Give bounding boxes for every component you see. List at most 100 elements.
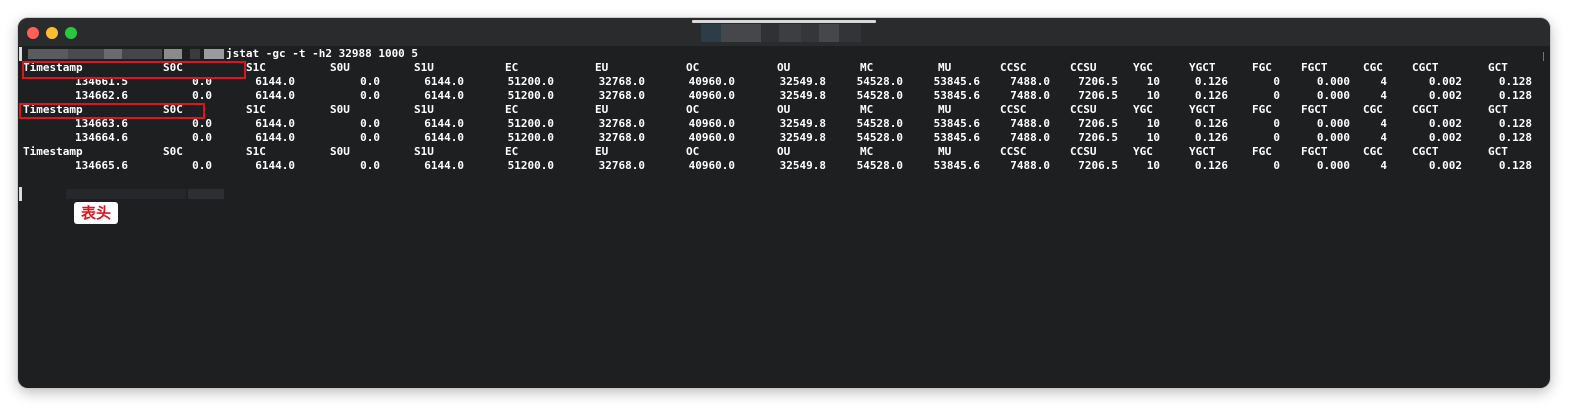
value-cell: 32768.0	[598, 89, 645, 102]
value-cell: 51200.0	[507, 159, 554, 172]
value-cell: 40960.0	[688, 89, 735, 102]
header-row: Timestamp S0C S1C S0U S1U EC EU OC OU MC MU CCSC CCS…	[18, 103, 1550, 117]
value-cell: 51200.0	[507, 131, 554, 144]
header-cell: S1C	[246, 145, 266, 158]
value-cell: 0.000	[1316, 159, 1350, 172]
value-cell: 10	[1146, 117, 1160, 130]
value-cell: 0	[1273, 117, 1280, 130]
value-cell: 7488.0	[1010, 159, 1050, 172]
value-cell: 6144.0	[424, 159, 464, 172]
value-cell: 7488.0	[1010, 117, 1050, 130]
header-cell: OC	[686, 145, 700, 158]
header-cell: EC	[505, 103, 519, 116]
header-cell: CGCT	[1412, 103, 1439, 116]
value-cell: 0	[1273, 159, 1280, 172]
header-cell: FGC	[1252, 103, 1272, 116]
header-cell: EU	[595, 145, 609, 158]
header-cell: OU	[777, 145, 791, 158]
header-row: Timestamp S0C S1C S0U S1U EC EU OC OU MC MU CCSC CCS…	[18, 61, 1550, 75]
value-cell: 6144.0	[255, 89, 295, 102]
value-cell: 53845.6	[933, 159, 980, 172]
value-cell: 134663.6	[75, 117, 128, 130]
value-cell: 40960.0	[688, 117, 735, 130]
value-cell: 54528.0	[856, 75, 903, 88]
terminal-output[interactable]: jstat -gc -t -h2 32988 1000 5 Timestamp S…	[18, 46, 1550, 388]
header-cell: GCT	[1488, 145, 1508, 158]
header-cell: S0C	[163, 145, 183, 158]
title-bar	[18, 18, 1550, 46]
highlight-box-first-header	[22, 61, 246, 79]
header-cell: CGCT	[1412, 61, 1439, 74]
value-cell: 0.0	[360, 159, 380, 172]
header-cell: Timestamp	[23, 145, 83, 158]
scroll-indicator[interactable]	[1543, 52, 1544, 61]
highlight-box-second-header	[19, 103, 205, 119]
value-cell: 0	[1273, 75, 1280, 88]
header-cell: S0U	[330, 103, 350, 116]
header-cell: CCSC	[1000, 103, 1027, 116]
value-cell: 0.0	[192, 117, 212, 130]
value-cell: 0.0	[360, 75, 380, 88]
close-button[interactable]	[27, 27, 39, 39]
window-title-redacted	[701, 24, 861, 42]
header-cell: EU	[595, 103, 609, 116]
value-cell: 7488.0	[1010, 75, 1050, 88]
value-cell: 32549.8	[779, 131, 826, 144]
terminal-window: jstat -gc -t -h2 32988 1000 5 Timestamp S…	[18, 18, 1550, 388]
value-cell: 7488.0	[1010, 131, 1050, 144]
header-cell: MU	[938, 103, 952, 116]
minimize-button[interactable]	[46, 27, 58, 39]
header-row: Timestamp S0C S1C S0U S1U EC EU OC OU MC MU CCSC CCS…	[18, 145, 1550, 159]
header-cell: GCT	[1488, 103, 1508, 116]
value-cell: 6144.0	[424, 75, 464, 88]
value-cell: 10	[1146, 89, 1160, 102]
value-cell: 0.002	[1428, 117, 1462, 130]
value-cell: 6144.0	[255, 131, 295, 144]
value-cell: 53845.6	[933, 75, 980, 88]
value-cell: 0.128	[1498, 89, 1532, 102]
header-cell: EC	[505, 61, 519, 74]
value-cell: 32768.0	[598, 117, 645, 130]
header-cell: MU	[938, 61, 952, 74]
header-cell: MC	[860, 145, 874, 158]
value-cell: 6144.0	[424, 89, 464, 102]
value-cell: 6144.0	[424, 117, 464, 130]
header-cell: S1U	[414, 145, 434, 158]
header-cell: OC	[686, 61, 700, 74]
header-cell: FGCT	[1301, 61, 1328, 74]
value-cell: 51200.0	[507, 117, 554, 130]
value-cell: 0.000	[1316, 75, 1350, 88]
header-cell: S0U	[330, 61, 350, 74]
value-cell: 0.126	[1194, 89, 1228, 102]
value-cell: 54528.0	[856, 89, 903, 102]
value-cell: 0.002	[1428, 75, 1462, 88]
value-cell: 32549.8	[779, 75, 826, 88]
value-cell: 134664.6	[75, 131, 128, 144]
value-cell: 7206.5	[1078, 159, 1118, 172]
title-underline	[692, 20, 876, 23]
header-cell: CGC	[1363, 145, 1383, 158]
annotation-label: 表头	[74, 202, 118, 224]
value-cell: 54528.0	[856, 117, 903, 130]
value-cell: 0	[1273, 131, 1280, 144]
zoom-button[interactable]	[65, 27, 77, 39]
value-cell: 10	[1146, 159, 1160, 172]
header-cell: MU	[938, 145, 952, 158]
value-cell: 4	[1380, 89, 1387, 102]
value-cell: 0.0	[192, 131, 212, 144]
data-row: 134664.6 0.0 6144.0 0.0 6144.0 51200.0 32768.0…	[18, 131, 1550, 145]
value-cell: 0.0	[192, 159, 212, 172]
value-cell: 51200.0	[507, 89, 554, 102]
value-cell: 4	[1380, 75, 1387, 88]
header-cell: OC	[686, 103, 700, 116]
value-cell: 7206.5	[1078, 89, 1118, 102]
header-cell: CCSU	[1070, 103, 1097, 116]
value-cell: 0.128	[1498, 117, 1532, 130]
header-cell: S1C	[246, 103, 266, 116]
value-cell: 0.128	[1498, 131, 1532, 144]
value-cell: 10	[1146, 75, 1160, 88]
value-cell: 134665.6	[75, 159, 128, 172]
value-cell: 0.0	[360, 117, 380, 130]
value-cell: 0.126	[1194, 117, 1228, 130]
value-cell: 0.002	[1428, 159, 1462, 172]
